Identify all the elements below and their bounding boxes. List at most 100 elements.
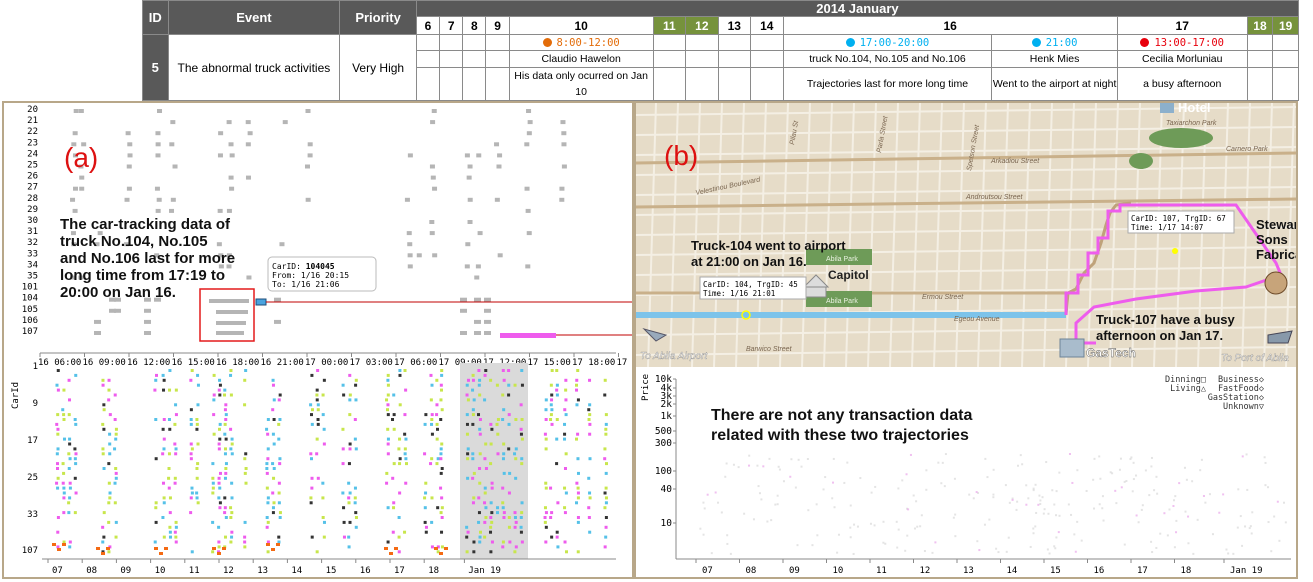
activity-dot[interactable] xyxy=(162,378,166,382)
activity-dot[interactable] xyxy=(217,442,221,446)
activity-dot[interactable] xyxy=(107,378,111,382)
activity-dot[interactable] xyxy=(496,432,500,436)
activity-dot[interactable] xyxy=(604,501,608,505)
activity-dot[interactable] xyxy=(174,413,178,417)
activity-dot[interactable] xyxy=(217,476,221,480)
activity-dot[interactable] xyxy=(315,437,319,441)
activity-dot[interactable] xyxy=(243,535,247,539)
activity-dot[interactable] xyxy=(398,462,402,466)
activity-dot[interactable] xyxy=(218,422,222,426)
activity-dot[interactable] xyxy=(108,496,112,500)
activity-dot[interactable] xyxy=(102,535,106,539)
trajectory-block[interactable] xyxy=(496,164,502,169)
activity-dot[interactable] xyxy=(563,422,567,426)
activity-dot[interactable] xyxy=(62,496,66,500)
trajectory-block[interactable] xyxy=(246,275,252,280)
activity-dot[interactable] xyxy=(439,398,443,402)
activity-dot[interactable] xyxy=(223,511,227,515)
activity-dot[interactable] xyxy=(321,393,325,397)
activity-dot[interactable] xyxy=(564,550,568,554)
trajectory-block[interactable] xyxy=(432,186,438,191)
activity-dot[interactable] xyxy=(230,511,234,515)
activity-dot[interactable] xyxy=(190,447,194,451)
trajectory-block[interactable] xyxy=(127,142,133,147)
activity-dot[interactable] xyxy=(603,457,607,461)
activity-dot[interactable] xyxy=(113,501,117,505)
activity-dot[interactable] xyxy=(266,418,270,421)
trajectory-block[interactable] xyxy=(407,264,413,269)
activity-dot[interactable] xyxy=(62,511,66,515)
activity-dot[interactable] xyxy=(218,501,222,505)
activity-dot[interactable] xyxy=(398,457,402,461)
activity-dot[interactable] xyxy=(385,471,389,475)
activity-dot[interactable] xyxy=(564,491,568,495)
activity-dot[interactable] xyxy=(575,388,579,392)
activity-dot[interactable] xyxy=(588,496,592,500)
trajectory-block[interactable] xyxy=(474,275,480,280)
activity-dot[interactable] xyxy=(576,491,580,495)
activity-dot[interactable] xyxy=(271,432,275,436)
activity-dot[interactable] xyxy=(196,403,200,407)
trajectory-block[interactable] xyxy=(524,186,530,191)
activity-dot[interactable] xyxy=(549,383,553,387)
activity-dot[interactable] xyxy=(173,442,177,446)
activity-dot[interactable] xyxy=(244,481,248,485)
activity-dot[interactable] xyxy=(550,393,554,397)
trajectory-block[interactable] xyxy=(475,264,481,269)
activity-dot[interactable] xyxy=(576,471,580,475)
activity-dot[interactable] xyxy=(113,447,117,451)
activity-dot[interactable] xyxy=(550,408,554,412)
activity-dot[interactable] xyxy=(154,520,158,524)
activity-dot[interactable] xyxy=(277,501,281,505)
activity-dot[interactable] xyxy=(107,520,111,524)
activity-dot[interactable] xyxy=(266,550,270,554)
activity-dot[interactable] xyxy=(271,506,275,510)
activity-dot[interactable] xyxy=(174,403,178,407)
activity-dot[interactable] xyxy=(316,403,320,407)
activity-dot[interactable] xyxy=(223,422,227,426)
activity-dot[interactable] xyxy=(74,491,78,495)
activity-dot[interactable] xyxy=(386,427,390,431)
trajectory-block[interactable] xyxy=(274,319,281,324)
trajectory-block[interactable] xyxy=(247,131,253,136)
activity-dot[interactable] xyxy=(161,427,165,431)
trajectory-block[interactable] xyxy=(416,253,422,258)
activity-dot[interactable] xyxy=(310,422,314,426)
activity-dot[interactable] xyxy=(519,432,523,436)
activity-dot[interactable] xyxy=(67,467,71,470)
trajectory-block[interactable] xyxy=(465,242,471,247)
activity-dot[interactable] xyxy=(162,437,166,441)
activity-dot[interactable] xyxy=(154,547,158,550)
activity-dot[interactable] xyxy=(520,418,524,421)
activity-dot[interactable] xyxy=(347,545,351,549)
trajectory-block[interactable] xyxy=(282,120,288,125)
activity-dot[interactable] xyxy=(587,476,591,480)
activity-dot[interactable] xyxy=(404,437,408,441)
activity-dot[interactable] xyxy=(519,427,523,431)
activity-dot[interactable] xyxy=(496,452,500,456)
activity-dot[interactable] xyxy=(489,501,493,505)
trajectory-block[interactable] xyxy=(73,109,79,113)
activity-dot[interactable] xyxy=(243,378,247,382)
activity-dot[interactable] xyxy=(490,481,494,485)
activity-dot[interactable] xyxy=(439,388,443,392)
activity-dot[interactable] xyxy=(575,481,579,485)
activity-dot[interactable] xyxy=(465,432,469,436)
activity-dot[interactable] xyxy=(549,413,553,417)
activity-dot[interactable] xyxy=(439,383,443,387)
activity-dot[interactable] xyxy=(514,545,518,549)
activity-dot[interactable] xyxy=(278,457,282,461)
activity-dot[interactable] xyxy=(550,422,554,426)
trajectory-block[interactable] xyxy=(79,175,85,180)
activity-dot[interactable] xyxy=(478,535,482,539)
activity-dot[interactable] xyxy=(465,535,469,539)
activity-dot[interactable] xyxy=(154,506,158,510)
activity-dot[interactable] xyxy=(576,516,580,519)
activity-dot[interactable] xyxy=(341,427,345,431)
activity-dot[interactable] xyxy=(603,506,607,510)
activity-dot[interactable] xyxy=(386,452,390,456)
activity-dot[interactable] xyxy=(550,511,554,515)
activity-dot[interactable] xyxy=(189,378,193,382)
activity-dot[interactable] xyxy=(73,447,77,451)
trajectory-block[interactable] xyxy=(78,109,84,113)
